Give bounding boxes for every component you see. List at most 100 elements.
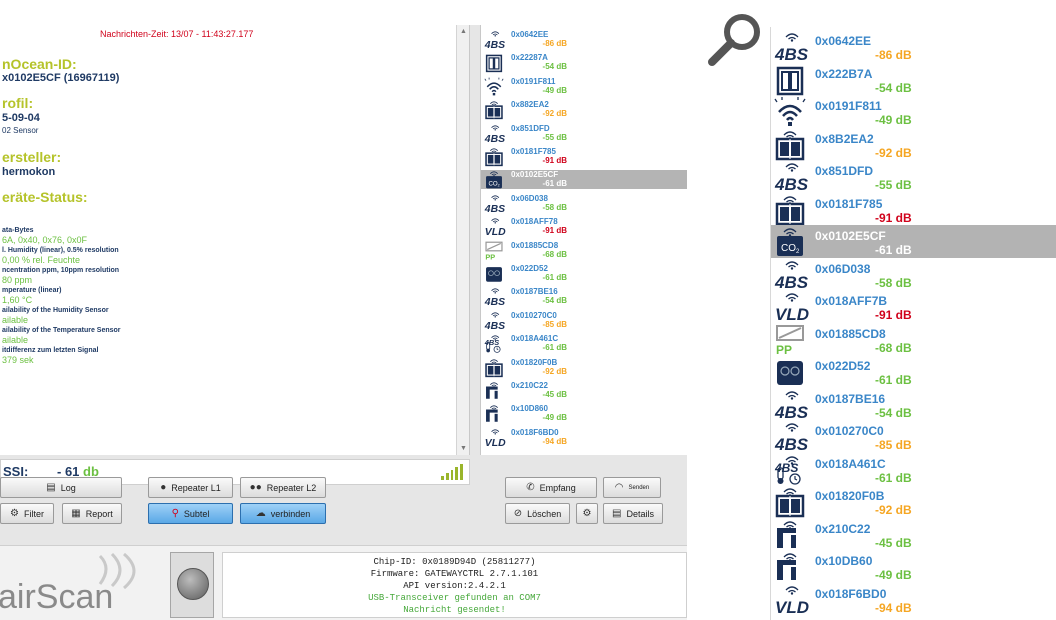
scroll-down-icon[interactable]: ▼ (460, 445, 467, 452)
device-list-item[interactable]: 0x10D860 -49 dB (481, 404, 687, 423)
device-list-item[interactable]: 0x22287A -54 dB (481, 53, 687, 73)
device-list-item[interactable]: 0x0191F811 -49 dB (771, 95, 1056, 128)
subtel-button[interactable]: ⚲ Subtel (148, 503, 233, 524)
repeater-l2-button[interactable]: ●● Repeater L2 (240, 477, 326, 498)
zoomed-device-list[interactable]: 4BS 0x0642EE -86 dB 0x222B7A -54 dB 0x0191F81… (770, 27, 1056, 620)
device-id: 0x8B2EA2 (815, 131, 874, 146)
device-list-item[interactable]: 4BS 0x0187BE16 -54 dB (481, 287, 687, 308)
device-list-item[interactable]: 0x8B2EA2 -92 dB (771, 128, 1056, 161)
device-id: 0x0191F811 (511, 76, 556, 86)
device-list-item[interactable]: CO 2 0x0102E5CF -61 dB (481, 170, 687, 190)
device-list-item[interactable]: PP 0x01885CD8 -68 dB (771, 323, 1056, 357)
empfang-button[interactable]: ✆ Empfang (505, 477, 597, 498)
device-list-item[interactable]: 4BS 0x0642EE -86 dB (771, 30, 1056, 64)
device-list-item[interactable]: 0x01820F0B -92 dB (771, 485, 1056, 518)
device-list-item[interactable]: 0x882EA2 -92 dB (481, 100, 687, 120)
device-id: 0x0102E5CF (815, 229, 886, 243)
device-list-item[interactable]: 4BS 0x0187BE16 -54 dB (771, 388, 1056, 422)
device-list-item[interactable]: 4BS 0x010270C0 -85 dB (481, 311, 687, 332)
device-list-item[interactable]: 4BS 0x018A461C -61 dB (771, 453, 1056, 486)
device-list-item[interactable]: 4BS 0x018A461C -61 dB (481, 334, 687, 353)
footer: airScan Chip-ID: 0x0189D94D (25811277) F… (0, 545, 687, 620)
usb-status-line: USB-Transceiver gefunden an COM7 (368, 593, 541, 603)
empfang-label: Empfang (539, 482, 576, 493)
senden-button[interactable]: ◠ Senden (603, 477, 661, 498)
device-id: 0x0642EE (815, 34, 872, 48)
report-button[interactable]: ▦ Report (62, 503, 122, 524)
svg-text:PP: PP (485, 252, 495, 261)
user-icon: ● (160, 481, 167, 493)
device-id: 0x018AFF78 (511, 217, 558, 227)
device-list-item[interactable]: 0x210C22 -45 dB (481, 381, 687, 400)
device-list-item[interactable]: 0x01820F0B -92 dB (481, 358, 687, 377)
door-handle-icon (777, 520, 797, 548)
device-id: 0x01885CD8 (815, 326, 886, 341)
device-list-item[interactable]: 0x0181F785 -91 dB (771, 193, 1056, 226)
device-rssi: -49 dB (875, 568, 912, 582)
scroll-up-icon[interactable]: ▲ (460, 28, 467, 35)
device-id: 0x0181F785 (511, 147, 556, 156)
4bs-icon: 4BS (484, 31, 505, 51)
device-list-item[interactable]: VLD 0x018F6BD0 -94 dB (771, 583, 1056, 617)
device-list-item[interactable]: 0x022D52 -61 dB (481, 264, 687, 283)
verbinden-button[interactable]: ☁ verbinden (240, 503, 326, 524)
device-list-item[interactable]: CO 2 0x0102E5CF -61 dB (771, 225, 1056, 258)
device-list-item[interactable]: 4BS 0x06D038 -58 dB (481, 193, 687, 215)
manufacturer-heading: ersteller: (2, 149, 62, 165)
device-list-item[interactable]: VLD 0x018AFF78 -91 dB (481, 217, 687, 238)
chip-id-line: Chip-ID: 0x0189D94D (25811277) (373, 557, 536, 567)
status-label: itdifferenz zum letzten Signal (2, 347, 99, 354)
device-list-item[interactable]: 4BS 0x010270C0 -85 dB (771, 420, 1056, 454)
thermometer-clock-icon: 4BS (774, 455, 801, 485)
vld-icon: VLD (485, 429, 506, 449)
device-rssi: -54 dB (875, 80, 912, 95)
filter-button-label: Filter (23, 508, 44, 519)
orb-icon (177, 568, 209, 600)
wifi-icon: ◠ (614, 481, 624, 493)
api-version-line: API version:2.4.2.1 (403, 581, 506, 591)
vld-icon: VLD (775, 293, 809, 324)
detail-scrollbar[interactable]: ▲ ▼ (456, 25, 469, 455)
settings-button[interactable]: ⚙ (576, 503, 598, 524)
device-list[interactable]: 4BS 0x0642EE -86 dB 0x22287A -54 dB 0x0191F81… (480, 25, 687, 455)
gear-icon: ⚙ (582, 507, 592, 519)
device-rssi: -55 dB (542, 132, 567, 142)
device-list-item[interactable]: 0x210C22 -45 dB (771, 518, 1056, 551)
repeater-l1-label: Repeater L1 (171, 482, 221, 493)
device-id: 0x06D038 (511, 193, 548, 203)
device-list-item[interactable]: 4BS 0x0642EE -86 dB (481, 30, 687, 51)
device-rssi: -61 dB (875, 373, 912, 387)
device-list-item[interactable]: PP 0x01885CD8 -68 dB (481, 241, 687, 261)
log-button[interactable]: ▤ Log (0, 477, 122, 498)
device-list-item[interactable]: VLD 0x018F6BD0 -94 dB (481, 428, 687, 449)
4bs-icon: 4BS (484, 312, 505, 332)
device-list-item[interactable]: 0x022D52 -61 dB (771, 355, 1056, 388)
device-rssi: -61 dB (542, 343, 567, 353)
device-list-item[interactable]: 0x0191F811 -49 dB (481, 77, 687, 96)
device-list-item[interactable]: 4BS 0x06D038 -58 dB (771, 258, 1056, 292)
repeater-l1-button[interactable]: ● Repeater L1 (148, 477, 233, 498)
loeschen-button[interactable]: ⊘ Löschen (505, 503, 570, 524)
device-info-box: Chip-ID: 0x0189D94D (25811277) Firmware:… (222, 552, 687, 618)
airscan-window: Nachrichten-Zeit: 13/07 - 11:43:27.177 n… (0, 25, 687, 620)
connect-orb-button[interactable] (170, 552, 214, 618)
details-icon: ▤ (612, 507, 622, 519)
filter-button[interactable]: ⚙ Filter (0, 503, 54, 524)
device-id: 0x06D038 (815, 261, 871, 276)
signal-strength-icon (441, 464, 463, 480)
device-list-item[interactable]: VLD 0x018AFF7B -91 dB (771, 290, 1056, 324)
device-list-item[interactable]: 4BS 0x851DFD -55 dB (771, 160, 1056, 194)
device-id: 0x022D52 (815, 359, 871, 373)
device-list-item[interactable]: 4BS 0x851DFD -55 dB (481, 124, 687, 145)
device-status-list: ata-Bytes 6A, 0x40, 0x76, 0x0F l. Humidi… (2, 226, 462, 366)
device-rssi: -68 dB (875, 340, 912, 355)
details-button[interactable]: ▤ Details (603, 503, 663, 524)
device-rssi: -54 dB (542, 296, 567, 306)
device-rssi: -58 dB (875, 275, 912, 290)
device-rssi: -92 dB (542, 109, 567, 119)
svg-text:VLD: VLD (775, 598, 809, 617)
device-list-item[interactable]: 0x10DB60 -49 dB (771, 550, 1056, 583)
device-list-item[interactable]: 0x0181F785 -91 dB (481, 147, 687, 167)
device-list-item[interactable]: 0x222B7A -54 dB (771, 63, 1056, 96)
device-id: 0x022D52 (511, 264, 548, 273)
